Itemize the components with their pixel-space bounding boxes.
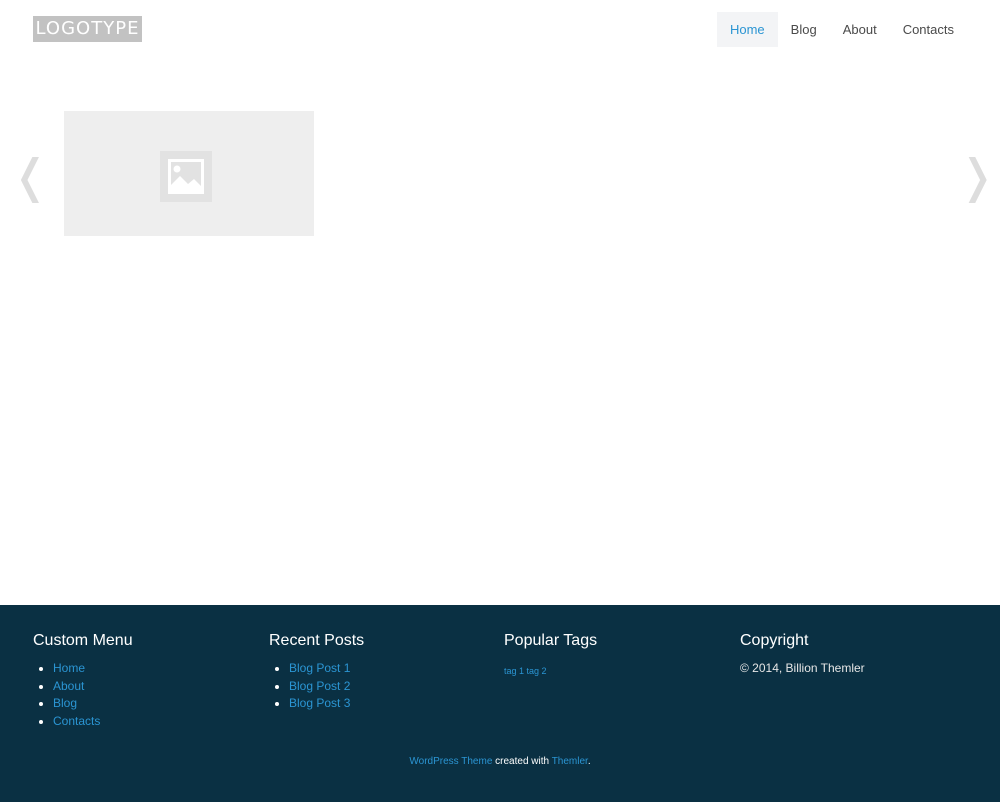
nav-item-contacts[interactable]: Contacts [890, 12, 967, 47]
footer-credits: WordPress Theme created with Themler. [0, 755, 1000, 769]
list-item: Blog Post 2 [289, 678, 489, 696]
custom-menu-title: Custom Menu [33, 632, 133, 649]
slide-image-placeholder [64, 111, 314, 236]
tag-cloud: tag 1 tag 2 [504, 664, 724, 678]
list-item: Blog Post 1 [289, 660, 489, 678]
tag-link[interactable]: tag 2 [527, 666, 547, 676]
site-footer: Custom Menu Home About Blog Contacts Rec… [0, 605, 1000, 802]
credits-period: . [587, 756, 591, 767]
list-item: About [53, 678, 253, 696]
recent-posts-title: Recent Posts [269, 632, 365, 649]
footer-link-about[interactable]: About [53, 679, 84, 693]
recent-posts-list: Blog Post 1 Blog Post 2 Blog Post 3 [269, 660, 489, 713]
list-item: Blog [53, 695, 253, 713]
site-logo[interactable]: LOGOTYPE [33, 16, 142, 42]
main-nav: Home Blog About Contacts [716, 12, 967, 47]
nav-item-blog[interactable]: Blog [778, 12, 830, 47]
footer-copyright: Copyright © 2014, Billion Themler [740, 630, 960, 676]
footer-custom-menu: Custom Menu Home About Blog Contacts [33, 630, 253, 730]
footer-link-blog[interactable]: Blog [53, 696, 77, 710]
tag-link[interactable]: tag 1 [504, 666, 524, 676]
list-item: Blog Post 3 [289, 695, 489, 713]
recent-post-link[interactable]: Blog Post 3 [289, 696, 350, 710]
custom-menu-list: Home About Blog Contacts [33, 660, 253, 730]
list-item: Home [53, 660, 253, 678]
copyright-text: © 2014, Billion Themler [740, 661, 865, 675]
footer-recent-posts: Recent Posts Blog Post 1 Blog Post 2 Blo… [269, 630, 489, 713]
footer-link-contacts[interactable]: Contacts [53, 714, 100, 728]
site-header: LOGOTYPE Home Blog About Contacts [0, 0, 1000, 60]
recent-post-link[interactable]: Blog Post 2 [289, 679, 350, 693]
nav-item-home[interactable]: Home [716, 12, 778, 47]
wordpress-theme-link[interactable]: WordPress Theme [409, 756, 492, 767]
slider-prev-arrow-icon[interactable]: ❬ [11, 148, 50, 204]
slider-next-arrow-icon[interactable]: ❭ [958, 148, 997, 204]
footer-link-home[interactable]: Home [53, 661, 85, 675]
image-placeholder-icon [160, 151, 212, 202]
footer-popular-tags: Popular Tags tag 1 tag 2 [504, 630, 724, 678]
recent-post-link[interactable]: Blog Post 1 [289, 661, 350, 675]
list-item: Contacts [53, 713, 253, 731]
nav-item-about[interactable]: About [830, 12, 890, 47]
copyright-title: Copyright [740, 632, 809, 649]
credits-text: created with [492, 756, 552, 767]
popular-tags-title: Popular Tags [504, 632, 598, 649]
themler-link[interactable]: Themler [552, 756, 588, 767]
